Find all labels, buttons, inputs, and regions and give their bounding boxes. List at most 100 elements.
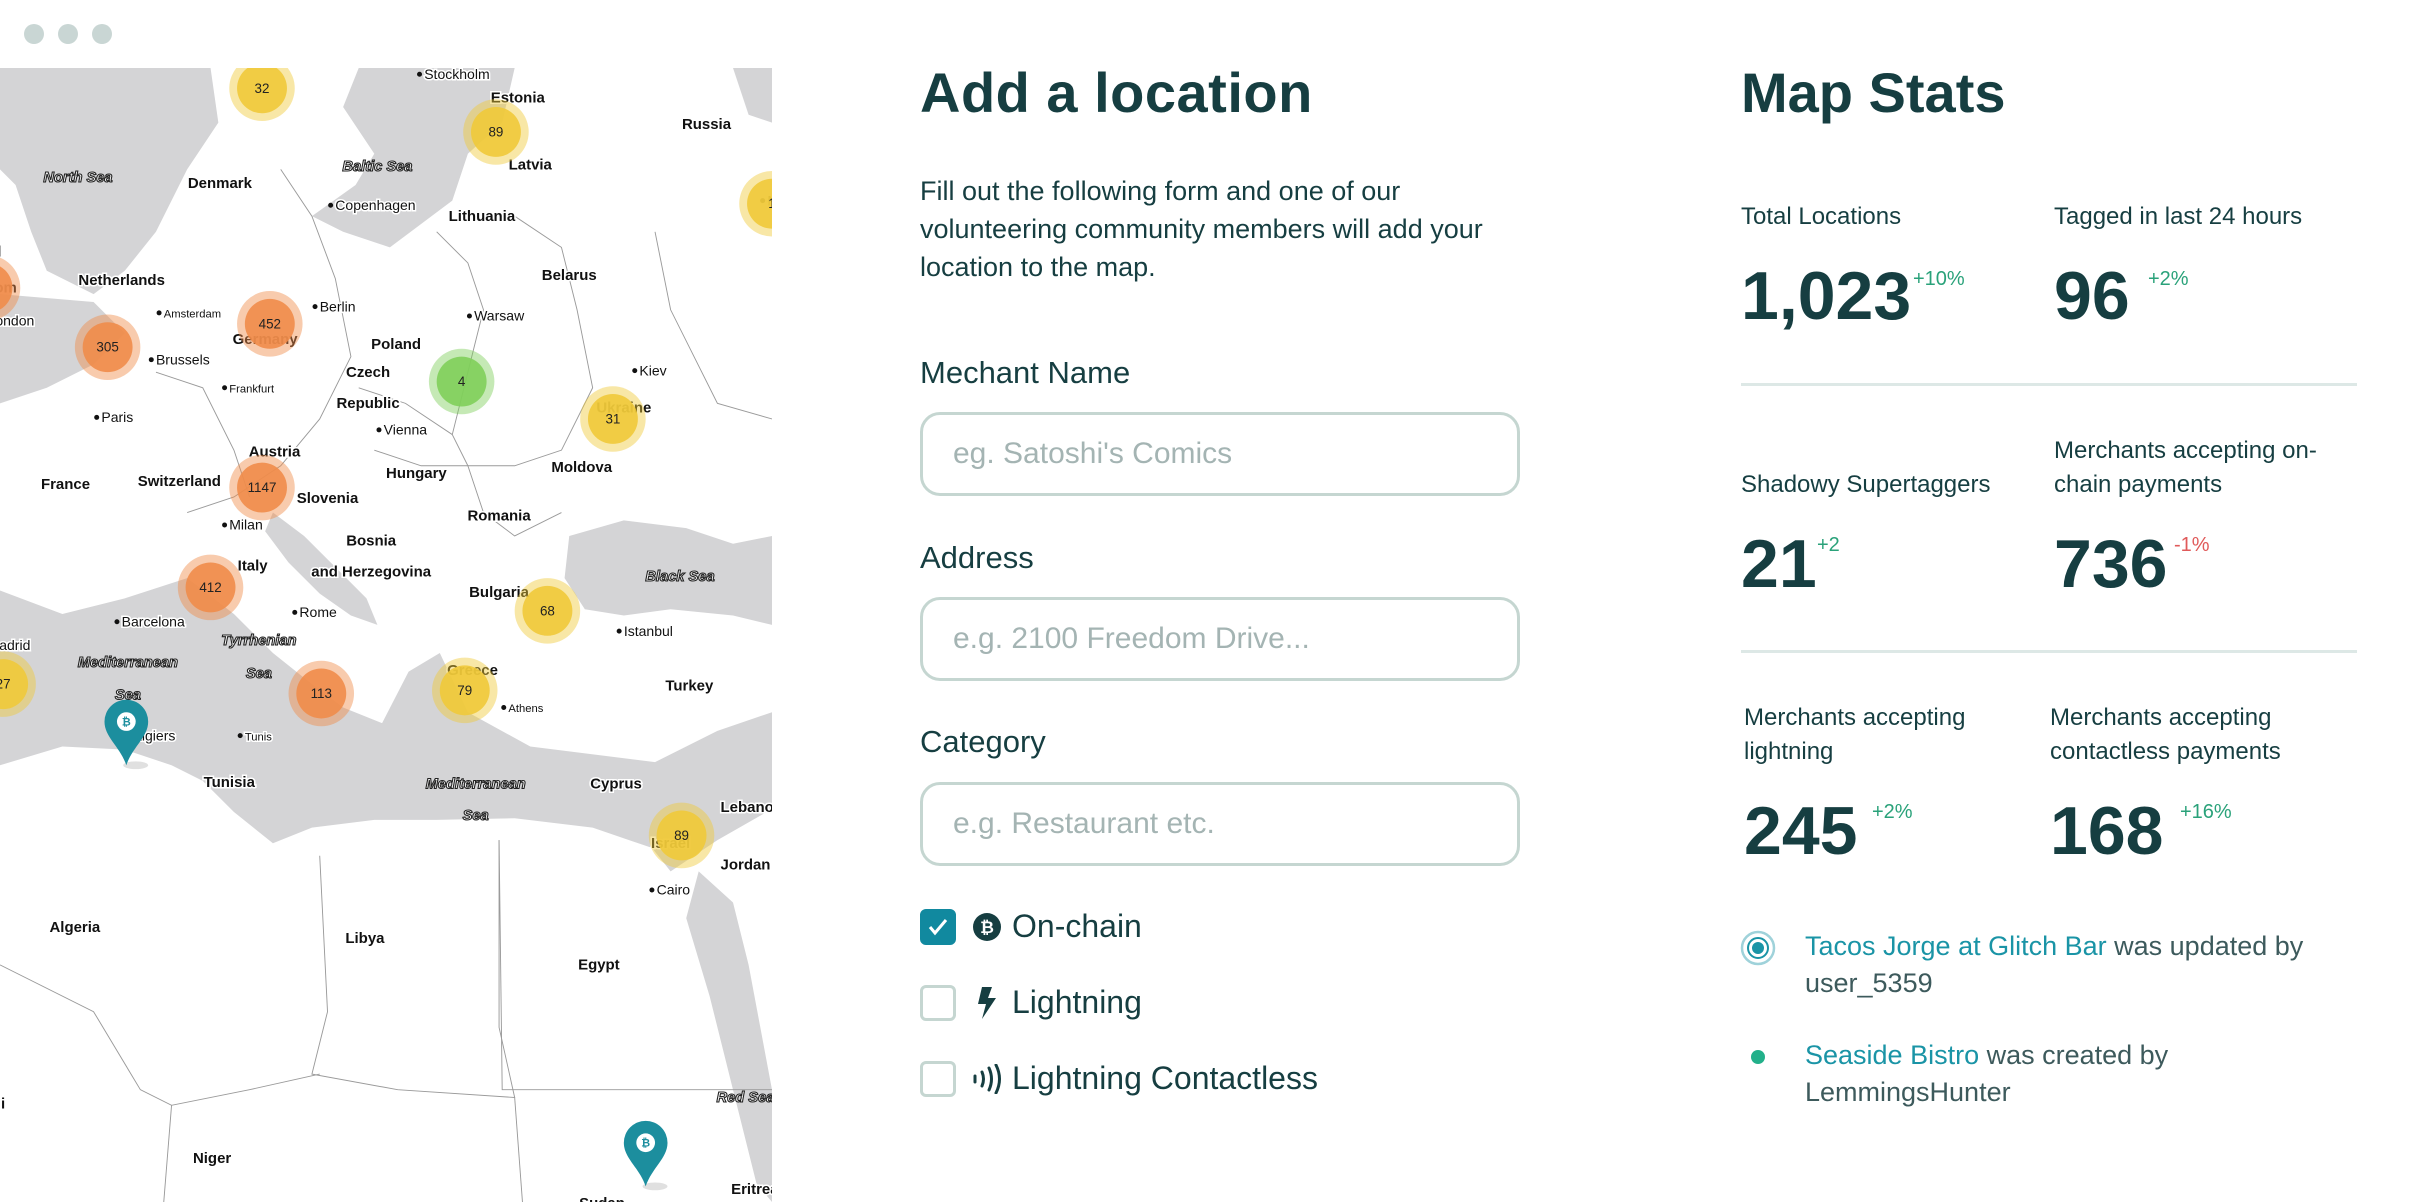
city-dot [114,619,120,625]
map-label-sea: Baltic Sea [342,159,412,175]
city-dot [222,385,228,391]
map-label-sea: Red Sea [717,1090,772,1106]
form-title: Add a location [920,61,1313,124]
cluster-count: 68 [540,603,555,618]
map-label-country: Belarus [542,267,597,284]
map-label-small: Frankfurt [229,383,275,395]
cluster-marker[interactable]: 4 [428,348,495,415]
map-label-city: Rome [299,604,337,620]
option-label: On-chain [1012,908,1142,944]
map-label-country: Jordan [721,857,771,874]
cluster-marker[interactable]: 89 [648,802,715,869]
cluster-count: 452 [259,316,281,331]
map-label-country: Republic [336,395,399,412]
stats-divider [1741,383,2357,386]
svg-text:₿: ₿ [122,715,131,728]
map-label-city: Barcelona [122,613,185,629]
cluster-count: 4 [458,374,466,389]
window-control-dot[interactable] [24,24,44,44]
activity-merchant-link[interactable]: Tacos Jorge at Glitch Bar [1805,931,2107,961]
map-label-country: Lithuania [449,208,516,225]
svg-text:₿: ₿ [980,918,994,938]
merchant-map[interactable]: Russia Estonia Latvia Denmark Lithuania Nethe… [0,68,772,1202]
map-label-sea: Sea [463,808,489,824]
map-label-city: Brussels [156,351,210,367]
map-label-country: Niger [193,1150,231,1167]
map-label-country: Hungary [386,465,447,482]
cluster-count: 412 [199,580,221,595]
map-label-country: Sudan [579,1195,625,1202]
cluster-marker[interactable]: 31 [580,386,646,452]
city-dot [417,71,423,77]
city-dot [94,414,100,420]
address-input[interactable] [920,597,1520,681]
option-lightning[interactable]: Lightning [920,984,1142,1021]
stat-delta: +2% [2148,268,2189,290]
map-label-country: Tunisia [204,774,256,791]
option-lightning-contactless[interactable]: Lightning Contactless [920,1060,1318,1097]
city-dot [222,522,228,528]
activity-merchant-link[interactable]: Seaside Bistro [1805,1040,1979,1070]
map-label-city: Cairo [657,882,691,898]
add-location-form: Add a location [920,60,1540,125]
map-label-city: Istanbul [624,623,673,639]
cluster-marker[interactable]: 1147 [229,454,295,521]
map-label-country: Turkey [665,677,714,694]
stats-title: Map Stats [1741,61,2006,124]
map-label-sea: Mediterranean [78,655,178,671]
cluster-marker[interactable]: 89 [463,99,529,165]
stat-supertaggers: Shadowy Supertaggers 21 +2 [1741,468,2041,598]
cluster-count: 27 [0,677,11,692]
city-dot [148,357,154,363]
stats-divider [1741,650,2357,653]
map-label-country: Poland [371,336,421,353]
cluster-marker[interactable]: 68 [514,578,581,644]
map-label-country: Italy [238,557,269,574]
window-control-dot[interactable] [92,24,112,44]
map-label-country: Cyprus [590,776,642,793]
option-on-chain[interactable]: ₿ On-chain [920,908,1142,945]
lightning-checkbox[interactable] [920,984,956,1021]
cluster-marker[interactable]: 113 [288,660,355,727]
svg-text:₿: ₿ [641,1137,650,1150]
stat-tagged-24h: Tagged in last 24 hours 96 +2% [2054,200,2354,330]
city-dot [237,733,243,739]
map-label-sea: North Sea [43,170,112,186]
stat-value: 96 [2054,258,2130,334]
stat-value: 245 [1744,793,1858,869]
address-label: Address [920,540,1034,575]
city-dot [156,310,162,316]
map-label-country: Algeria [49,919,100,936]
lightning-bolt-icon [972,986,1002,1019]
map-label-country: Netherlands [78,272,165,289]
on-chain-checkbox[interactable] [920,908,956,945]
city-dot [292,609,298,615]
window-control-dot[interactable] [58,24,78,44]
category-label: Category [920,724,1046,759]
lightning-contactless-checkbox[interactable] [920,1060,956,1097]
map-label-country: and Herzegovina [311,564,431,581]
category-input[interactable] [920,782,1520,866]
map-label-country: Denmark [188,175,253,192]
city-dot [376,427,382,433]
map-label-country: France [41,476,90,493]
stat-label: Tagged in last 24 hours [2054,203,2303,230]
cluster-marker[interactable]: 79 [432,657,498,724]
stat-on-chain: Merchants accepting on-chain payments 73… [2054,434,2364,598]
map-label-country: Mali [0,1095,5,1112]
map-label-city: Berlin [320,298,356,314]
cluster-count: 1147 [248,480,277,495]
stat-value: 21 [1741,526,1817,602]
cluster-marker[interactable]: 452 [237,291,303,357]
map-label-small: Tunis [245,731,272,743]
map-label-country: Czech [346,364,390,381]
stat-label: Shadowy Supertaggers [1741,471,1991,498]
option-label: Lightning [1012,984,1142,1020]
stat-delta: +2% [1872,801,1913,823]
cluster-marker[interactable]: 305 [74,314,141,380]
map-label-sea: Tyrrhenian [221,633,296,649]
merchant-name-input[interactable] [920,412,1520,496]
update-radio-icon [1740,930,1776,966]
city-dot [501,705,507,711]
cluster-marker[interactable]: 412 [177,554,244,621]
